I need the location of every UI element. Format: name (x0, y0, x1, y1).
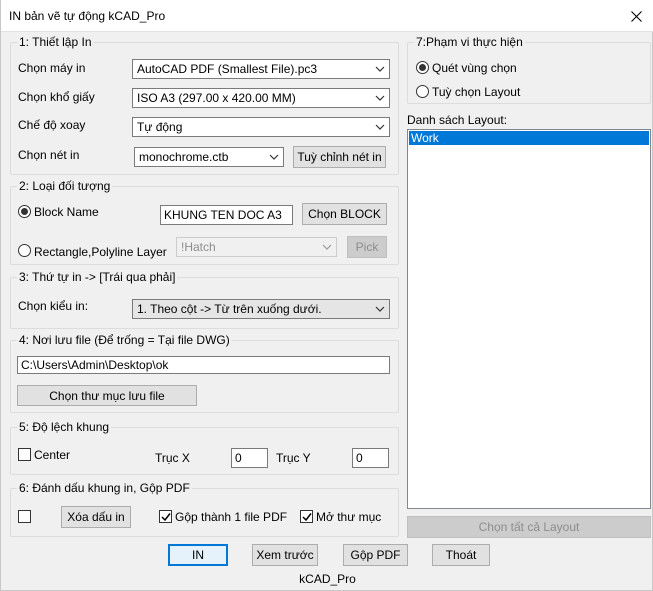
rotation-select[interactable]: Tự động (132, 117, 390, 137)
select-block-button[interactable]: Chọn BLOCK (302, 203, 387, 225)
pen-style-select[interactable]: monochrome.ctb (134, 147, 284, 167)
rectangle-polyline-radio[interactable] (18, 244, 31, 257)
open-folder-label: Mở thư mục (316, 510, 382, 524)
chevron-down-icon (269, 154, 279, 160)
print-order-value: 1. Theo cột -> Từ trên xuống dưới. (137, 302, 322, 316)
pen-style-value: monochrome.ctb (139, 150, 229, 164)
checkmark-icon (302, 513, 312, 522)
sweep-selection-label: Quét vùng chọn (432, 61, 517, 75)
x-axis-label: Trục X (155, 451, 190, 465)
clear-print-marks-button[interactable]: Xóa dấu in (61, 506, 131, 528)
center-checkbox[interactable] (18, 448, 31, 461)
block-name-radio-label: Block Name (34, 205, 99, 219)
close-button[interactable] (619, 0, 653, 32)
y-axis-label: Trục Y (276, 451, 311, 465)
print-button[interactable]: IN (168, 544, 228, 566)
group-label: 6: Đánh dấu khung in, Gộp PDF (17, 481, 192, 495)
group-label: 2: Loại đối tượng (17, 179, 113, 193)
print-dialog: IN bản vẽ tự động kCAD_Pro 1: Thiết lập … (0, 0, 653, 591)
layer-value: !Hatch (181, 240, 216, 254)
preview-button[interactable]: Xem trước (252, 544, 318, 566)
chevron-down-icon (375, 95, 385, 101)
paper-size-select[interactable]: ISO A3 (297.00 x 420.00 MM) (132, 88, 390, 108)
save-path-field[interactable]: C:\Users\Admin\Desktop\ok (17, 356, 390, 374)
chevron-down-icon (375, 66, 385, 72)
list-item[interactable]: Work (409, 131, 649, 145)
rotation-value: Tự động (137, 120, 183, 134)
group-label: 3: Thứ tự in -> [Trái qua phải] (17, 270, 178, 284)
merge-pdf-button[interactable]: Gộp PDF (343, 544, 408, 566)
layout-option-label: Tuỳ chọn Layout (432, 85, 521, 99)
paper-size-label: Chọn khổ giấy (18, 90, 95, 104)
window-title: IN bản vẽ tự động kCAD_Pro (9, 9, 166, 23)
layout-option-radio[interactable] (416, 85, 429, 98)
group-label: 1: Thiết lập In (17, 35, 94, 49)
checkmark-icon (161, 513, 171, 522)
printer-select[interactable]: AutoCAD PDF (Smallest File).pc3 (132, 59, 390, 79)
rectangle-polyline-radio-label: Rectangle,Polyline Layer (34, 245, 167, 259)
x-offset-field[interactable]: 0 (231, 448, 268, 468)
printer-label: Chọn máy in (18, 61, 86, 75)
center-checkbox-label: Center (34, 448, 71, 462)
choose-folder-button[interactable]: Chọn thư mục lưu file (17, 385, 197, 406)
chevron-down-icon (375, 306, 385, 312)
layout-list[interactable]: Work (407, 129, 651, 509)
layout-list-label: Danh sách Layout: (407, 113, 508, 127)
close-icon (630, 10, 642, 22)
print-order-select[interactable]: 1. Theo cột -> Từ trên xuống dưới. (132, 299, 390, 319)
print-order-label: Chọn kiểu in: (18, 299, 89, 313)
customize-pen-button[interactable]: Tuỳ chỉnh nét in (293, 146, 386, 168)
rotation-label: Chế độ xoay (18, 118, 86, 132)
merge-pdf-label: Gộp thành 1 file PDF (175, 510, 288, 524)
paper-size-value: ISO A3 (297.00 x 420.00 MM) (137, 91, 296, 105)
pen-style-label: Chọn nét in (18, 148, 80, 162)
y-offset-field[interactable]: 0 (352, 448, 389, 468)
pick-button[interactable]: Pick (347, 236, 387, 258)
block-name-radio[interactable] (18, 205, 31, 218)
exit-button[interactable]: Thoát (432, 544, 490, 566)
printer-value: AutoCAD PDF (Smallest File).pc3 (137, 62, 318, 76)
chevron-down-icon (322, 244, 332, 250)
open-folder-checkbox[interactable] (300, 510, 313, 523)
group-label: 7:Phạm vi thực hiện (414, 35, 525, 49)
mark-print-checkbox[interactable] (18, 510, 31, 523)
merge-pdf-checkbox[interactable] (159, 510, 172, 523)
group-label: 5: Độ lệch khung (17, 420, 112, 434)
block-name-field[interactable]: KHUNG TEN DOC A3 (160, 205, 293, 225)
layer-select[interactable]: !Hatch (176, 237, 337, 257)
chevron-down-icon (375, 124, 385, 130)
sweep-selection-radio[interactable] (416, 61, 429, 74)
footer-brand: kCAD_Pro (299, 572, 356, 586)
group-label: 4: Nơi lưu file (Để trống = Tại file DWG… (17, 333, 232, 347)
title-bar: IN bản vẽ tự động kCAD_Pro (1, 0, 653, 32)
select-all-layouts-button[interactable]: Chọn tất cả Layout (407, 516, 651, 538)
